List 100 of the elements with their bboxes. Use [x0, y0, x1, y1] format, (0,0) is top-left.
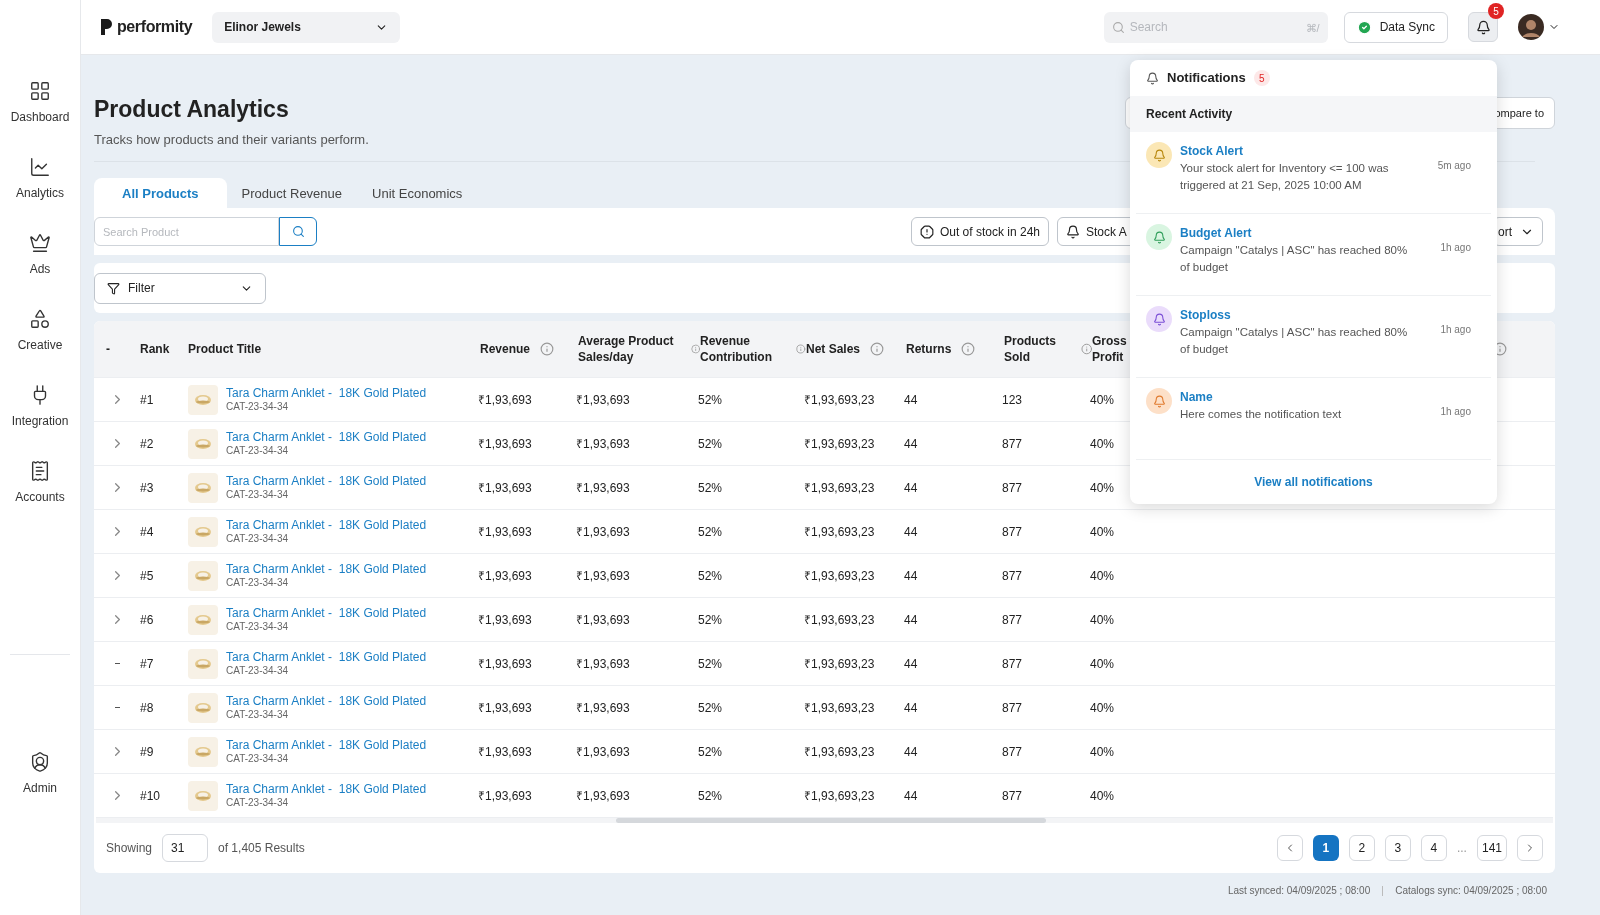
table-cell: 52% — [698, 568, 723, 583]
bell-icon — [1066, 224, 1080, 239]
rank-cell: #9 — [140, 744, 154, 759]
tab[interactable]: Product Revenue — [226, 178, 358, 209]
product-link[interactable]: Tara Charm Anklet - 18K Gold Plated — [226, 561, 427, 576]
page-title: Product Analytics — [94, 95, 290, 124]
sku-text: CAT-23-34-34 — [226, 663, 290, 678]
tab[interactable]: Unit Economics — [357, 178, 478, 209]
table-cell: 877 — [1002, 480, 1023, 495]
horizontal-scrollbar[interactable] — [96, 817, 1553, 824]
table-cell: ₹1,93,693 — [478, 612, 532, 627]
page-button[interactable]: 141 — [1476, 835, 1507, 862]
table-cell: 40% — [1090, 788, 1115, 803]
page-button[interactable]: 3 — [1384, 835, 1411, 862]
table-cell: ₹1,93,693 — [478, 524, 532, 539]
results-count: of 1,405 Results — [218, 840, 305, 858]
section-header: Recent Activity — [1130, 96, 1497, 132]
data-sync-button[interactable]: Data Sync — [1343, 11, 1448, 43]
table-cell: 40% — [1090, 744, 1115, 759]
product-link[interactable]: Tara Charm Anklet - 18K Gold Plated — [226, 649, 427, 664]
page-ellipsis: ... — [1456, 840, 1467, 858]
sidebar-item[interactable]: Creative — [0, 300, 80, 362]
table-row[interactable]: #4 Tara Charm Anklet - 18K Gold Plated CAT-23-34-34 ₹1,93,693 ₹1,93,693 52% ₹1,93,693,23 44 877 40% — [94, 509, 1555, 554]
rank-cell: #6 — [140, 612, 154, 627]
page-button[interactable]: 4 — [1420, 835, 1447, 862]
rank-cell: #8 — [140, 700, 154, 715]
table-cell: 44 — [904, 568, 918, 583]
table-row[interactable]: #9 Tara Charm Anklet - 18K Gold Plated CAT-23-34-34 ₹1,93,693 ₹1,93,693 52% ₹1,93,693,23 44 877 40% — [94, 729, 1555, 774]
table-row[interactable]: #8 Tara Charm Anklet - 18K Gold Plated CAT-23-34-34 ₹1,93,693 ₹1,93,693 52% ₹1,93,693,23 44 877 40% — [94, 685, 1555, 730]
rank-cell: #5 — [140, 568, 154, 583]
rank-cell: #10 — [140, 788, 161, 803]
table-cell: ₹1,93,693 — [576, 788, 630, 803]
store-selector[interactable]: Elinor Jewels — [212, 11, 401, 43]
table-cell: 40% — [1090, 700, 1115, 715]
table-cell: 877 — [1002, 744, 1023, 759]
sidebar-item[interactable]: Integration — [0, 376, 80, 438]
sidebar-item[interactable]: Dashboard — [0, 72, 80, 134]
page-size-field[interactable]: 31 — [162, 834, 209, 863]
info-icon — [540, 342, 555, 357]
table-cell: ₹1,93,693 — [478, 744, 532, 759]
sidebar-item[interactable]: Analytics — [0, 148, 80, 210]
page-subtitle: Tracks how products and their variants perform. — [94, 130, 369, 149]
product-link[interactable]: Tara Charm Anklet - 18K Gold Plated — [226, 737, 427, 752]
line-chart-icon — [29, 156, 51, 178]
table-cell: 44 — [904, 524, 918, 539]
column-header: Net Sales — [806, 341, 861, 358]
info-icon — [961, 342, 976, 357]
page-button[interactable]: 1 — [1312, 835, 1339, 862]
table-cell: ₹1,93,693 — [478, 392, 532, 407]
view-all-link[interactable]: View all notifications — [1254, 473, 1373, 491]
avatar[interactable] — [1518, 14, 1544, 40]
rank-cell: #2 — [140, 436, 154, 451]
sku-text: CAT-23-34-34 — [226, 707, 290, 722]
bell-icon — [1152, 312, 1166, 326]
sidebar-item[interactable]: Admin — [0, 743, 80, 805]
product-link[interactable]: Tara Charm Anklet - 18K Gold Plated — [226, 429, 427, 444]
table-cell: ₹1,93,693,23 — [804, 612, 875, 627]
notification-item[interactable]: Stock Alert Your stock alert for Inventory <= 100 was triggered at 21 Sep, 2025 10:00 AM 5m ago — [1136, 132, 1491, 214]
product-link[interactable]: Tara Charm Anklet - 18K Gold Plated — [226, 473, 427, 488]
table-cell: 40% — [1090, 656, 1115, 671]
sku-text: CAT-23-34-34 — [226, 619, 290, 634]
table-cell: 44 — [904, 436, 918, 451]
table-row[interactable]: #5 Tara Charm Anklet - 18K Gold Plated CAT-23-34-34 ₹1,93,693 ₹1,93,693 52% ₹1,93,693,23 44 877 40% — [94, 553, 1555, 598]
info-icon — [870, 342, 885, 357]
sidebar-item[interactable]: Accounts — [0, 452, 80, 514]
panel-title: Notifications — [1167, 69, 1246, 88]
sidebar-item[interactable]: Ads — [0, 224, 80, 286]
rank-cell: #7 — [140, 656, 154, 671]
table-cell: ₹1,93,693 — [478, 436, 532, 451]
notification-item[interactable]: Budget Alert Campaign "Catalys | ASC" has reached 80% of budget 1h ago — [1136, 214, 1491, 296]
table-cell: ₹1,93,693,23 — [804, 392, 875, 407]
column-header: Gross Profit — [1092, 333, 1128, 366]
column-header: - — [106, 341, 110, 358]
table-cell: 877 — [1002, 788, 1023, 803]
product-link[interactable]: Tara Charm Anklet - 18K Gold Plated — [226, 517, 427, 532]
product-link[interactable]: Tara Charm Anklet - 18K Gold Plated — [226, 781, 427, 796]
table-cell: ₹1,93,693 — [478, 700, 532, 715]
page-button[interactable]: 2 — [1348, 835, 1375, 862]
product-link[interactable]: Tara Charm Anklet - 18K Gold Plated — [226, 693, 427, 708]
table-cell: ₹1,93,693,23 — [804, 568, 875, 583]
filter-dropdown[interactable]: Filter — [94, 272, 266, 304]
table-cell: ₹1,93,693,23 — [804, 700, 875, 715]
tab[interactable]: All Products — [94, 178, 227, 209]
notification-time: 1h ago — [1440, 241, 1472, 255]
bell-icon — [1152, 230, 1166, 244]
out-of-stock-button[interactable]: Out of stock in 24h — [910, 217, 1049, 247]
check-circle-icon — [1356, 19, 1372, 35]
notification-item[interactable]: Stoploss Campaign "Catalys | ASC" has reached 80% of budget 1h ago — [1136, 296, 1491, 378]
sku-text: CAT-23-34-34 — [226, 443, 290, 458]
product-search-field[interactable]: Search Product — [94, 217, 279, 247]
table-row[interactable]: #7 Tara Charm Anklet - 18K Gold Plated CAT-23-34-34 ₹1,93,693 ₹1,93,693 52% ₹1,93,693,23 44 877 40% — [94, 641, 1555, 686]
column-header: Returns — [906, 341, 952, 358]
table-row[interactable]: #6 Tara Charm Anklet - 18K Gold Plated CAT-23-34-34 ₹1,93,693 ₹1,93,693 52% ₹1,93,693,23 44 877 40% — [94, 597, 1555, 642]
search-button[interactable] — [279, 217, 317, 247]
table-cell: 52% — [698, 436, 723, 451]
table-cell: 877 — [1002, 436, 1023, 451]
product-link[interactable]: Tara Charm Anklet - 18K Gold Plated — [226, 385, 427, 400]
notification-item[interactable]: Name Here comes the notification text 1h ago — [1136, 378, 1491, 460]
table-cell: 44 — [904, 480, 918, 495]
product-link[interactable]: Tara Charm Anklet - 18K Gold Plated — [226, 605, 427, 620]
